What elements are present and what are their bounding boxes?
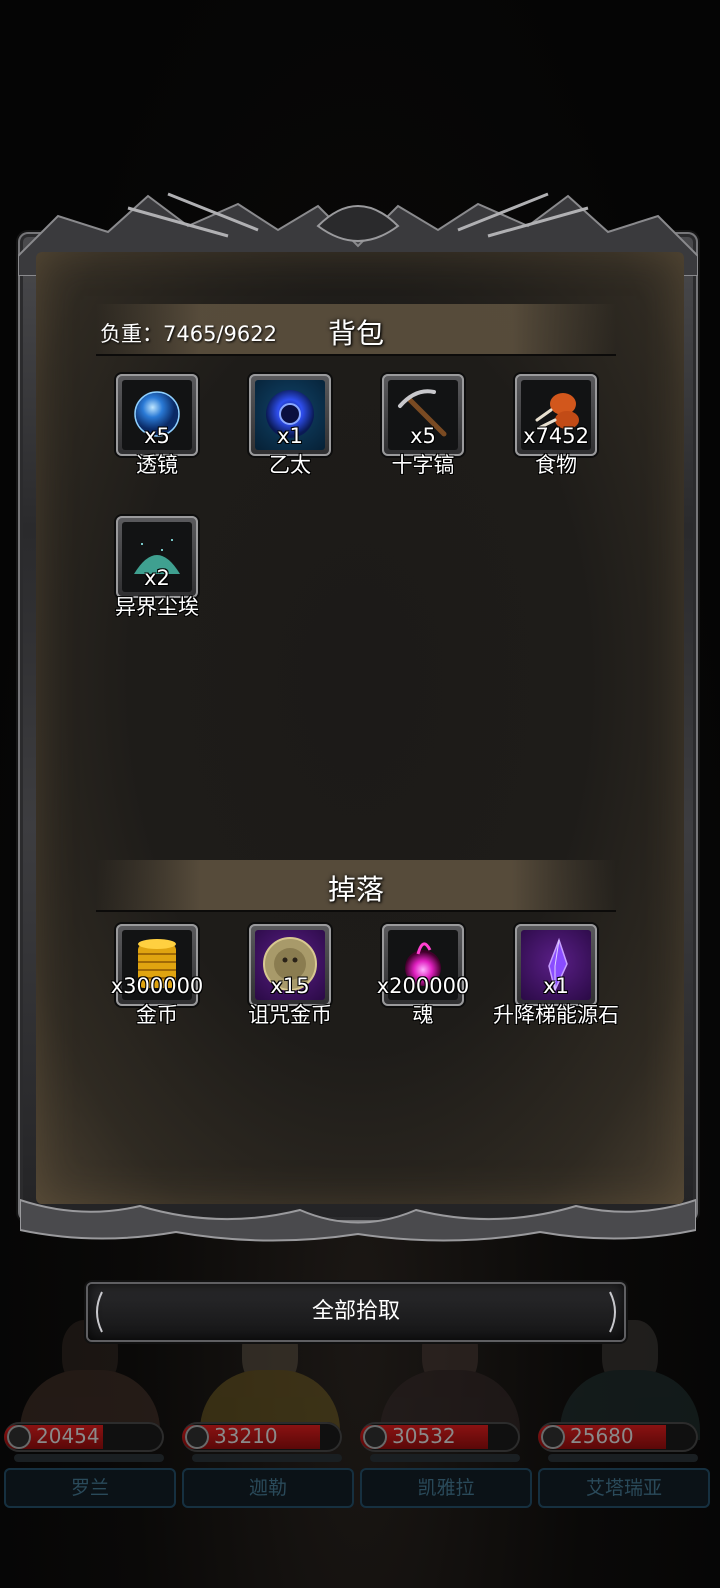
hp-bar: 20454: [4, 1422, 164, 1452]
item-name: 魂: [412, 1003, 434, 1027]
hp-value: 33210: [214, 1424, 278, 1448]
item-count: x7452: [523, 424, 589, 448]
item-name: 异界尘埃: [115, 595, 199, 619]
drop-item-crystal[interactable]: x1 升降梯能源石: [491, 924, 621, 1054]
item-count: x1: [543, 974, 569, 998]
hp-bar: 33210: [182, 1422, 342, 1452]
hp-bar: 30532: [360, 1422, 520, 1452]
sword-icon: [7, 1425, 31, 1449]
pickup-all-button[interactable]: 全部拾取: [88, 1284, 624, 1340]
item-count: x300000: [110, 974, 204, 998]
party-member-2[interactable]: 33210 迦勒: [182, 1420, 354, 1516]
hp-value: 30532: [392, 1424, 456, 1448]
pickup-all-label: 全部拾取: [311, 1299, 400, 1324]
backpack-item-food[interactable]: x7452 食物: [491, 374, 621, 504]
hero-name-plate: 凯雅拉: [360, 1468, 532, 1508]
item-name: 透镜: [136, 453, 178, 477]
party-member-3[interactable]: 30532 凯雅拉: [360, 1420, 532, 1516]
sword-icon: [185, 1425, 209, 1449]
energy-bar: [370, 1454, 520, 1462]
drop-item-gold[interactable]: x300000 金币: [92, 924, 222, 1054]
button-right-ornament: [609, 1291, 616, 1333]
hero-name-plate: 艾塔瑞亚: [538, 1468, 710, 1508]
hero-name-plate: 罗兰: [4, 1468, 176, 1508]
party-member-4[interactable]: 25680 艾塔瑞亚: [538, 1420, 710, 1516]
sword-icon: [363, 1425, 387, 1449]
party-member-1[interactable]: 20454 罗兰: [4, 1420, 176, 1516]
item-count: x2: [144, 566, 170, 590]
backpack-item-dust[interactable]: x2 异界尘埃: [92, 516, 222, 646]
backpack-item-lens[interactable]: x5 透镜: [92, 374, 222, 504]
backpack-item-ether[interactable]: x1 乙太: [225, 374, 355, 504]
sword-icon: [541, 1425, 565, 1449]
button-left-ornament: [96, 1291, 103, 1333]
drops-header: 掉落: [96, 860, 616, 912]
hero-name-plate: 迦勒: [182, 1468, 354, 1508]
drop-item-cursed-coin[interactable]: x15 诅咒金币: [225, 924, 355, 1054]
item-name: 金币: [136, 1003, 178, 1027]
hp-bar: 25680: [538, 1422, 698, 1452]
item-name: 乙太: [269, 453, 311, 477]
backpack-item-pickaxe[interactable]: x5 十字镐: [358, 374, 488, 504]
item-name: 诅咒金币: [248, 1003, 332, 1027]
hp-value: 25680: [570, 1424, 634, 1448]
item-count: x1: [277, 424, 303, 448]
drop-item-soul[interactable]: x200000 魂: [358, 924, 488, 1054]
energy-bar: [548, 1454, 698, 1462]
backpack-header: 负重：7465/9622 背包: [96, 304, 616, 356]
backpack-title: 背包: [327, 317, 384, 350]
item-name: 升降梯能源石: [493, 1003, 619, 1027]
drops-title: 掉落: [327, 873, 384, 906]
item-count: x5: [410, 424, 436, 448]
item-count: x15: [270, 974, 310, 998]
energy-bar: [192, 1454, 342, 1462]
item-count: x5: [144, 424, 170, 448]
item-name: 食物: [535, 453, 577, 477]
hp-value: 20454: [36, 1424, 100, 1448]
item-name: 十字镐: [391, 453, 455, 477]
item-count: x200000: [376, 974, 470, 998]
energy-bar: [14, 1454, 164, 1462]
